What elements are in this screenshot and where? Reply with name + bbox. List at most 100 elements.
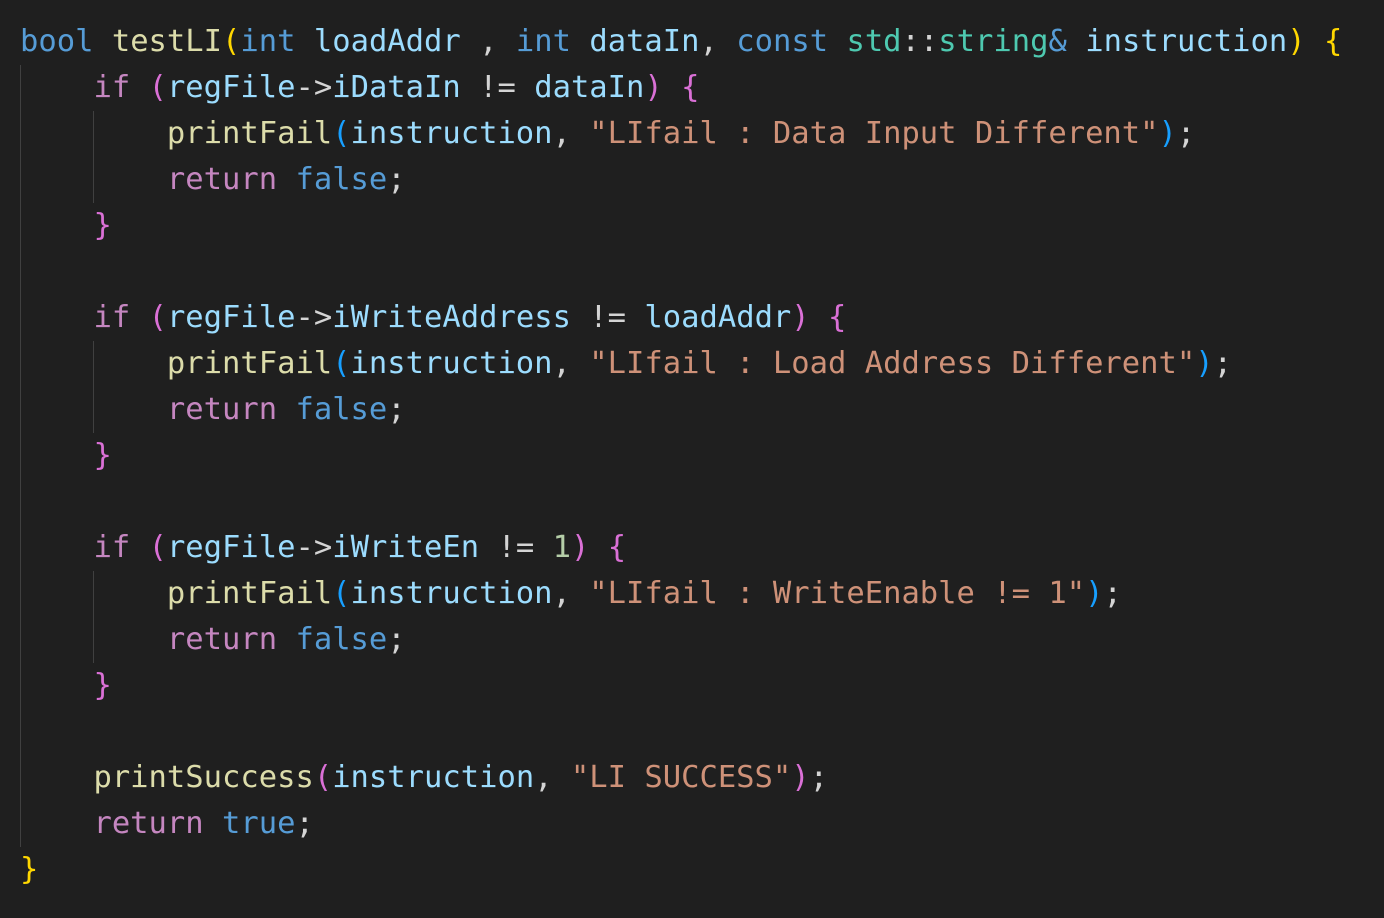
code-token: instruction — [1085, 24, 1288, 59]
code-token: instruction — [350, 576, 553, 611]
code-token: "LIfail : Data Input Different" — [589, 116, 1159, 151]
code-token: true — [222, 806, 296, 841]
code-token: -> — [295, 70, 333, 105]
code-token: ) — [1085, 576, 1104, 611]
code-editor[interactable]: bool testLI(int loadAddr , int dataIn, c… — [0, 0, 1384, 918]
code-line[interactable] — [20, 709, 1384, 755]
code-token: std — [846, 24, 902, 59]
code-line[interactable]: if (regFile->iWriteAddress != loadAddr) … — [20, 295, 1384, 341]
code-line[interactable]: bool testLI(int loadAddr , int dataIn, c… — [20, 19, 1384, 65]
code-token: iWriteEn — [332, 530, 480, 565]
code-line[interactable]: return false; — [20, 617, 1384, 663]
code-line[interactable]: } — [20, 847, 1384, 893]
code-token: { — [607, 530, 627, 565]
code-token: , — [552, 116, 590, 151]
code-token: if — [93, 70, 131, 105]
code-line[interactable]: return false; — [20, 387, 1384, 433]
code-line[interactable]: printFail(instruction, "LIfail : Load Ad… — [20, 341, 1384, 387]
code-line[interactable]: } — [20, 203, 1384, 249]
code-token: instruction — [350, 116, 553, 151]
code-token: ) — [644, 70, 663, 105]
code-token: != — [570, 300, 645, 335]
code-token: instruction — [332, 760, 535, 795]
code-token: regFile — [166, 70, 296, 105]
code-token: ) — [791, 300, 810, 335]
code-token: loadAddr — [644, 300, 792, 335]
code-token: , — [699, 24, 737, 59]
code-token: return — [93, 806, 204, 841]
code-line[interactable]: return true; — [20, 801, 1384, 847]
code-token: return — [166, 162, 278, 197]
code-line[interactable] — [20, 479, 1384, 525]
code-token: ) — [1195, 346, 1214, 381]
code-line[interactable]: printSuccess(instruction, "LI SUCCESS"); — [20, 755, 1384, 801]
code-line[interactable]: if (regFile->iDataIn != dataIn) { — [20, 65, 1384, 111]
code-line[interactable]: } — [20, 663, 1384, 709]
code-token: ) — [1158, 116, 1177, 151]
code-token: false — [295, 392, 388, 427]
code-token: ; — [1213, 346, 1232, 381]
code-token: ) — [791, 760, 810, 795]
code-token: -> — [295, 300, 333, 335]
code-token: 1 — [552, 530, 571, 565]
code-lines[interactable]: bool testLI(int loadAddr , int dataIn, c… — [20, 19, 1384, 893]
code-token: ) — [1287, 24, 1306, 59]
code-token: regFile — [166, 530, 296, 565]
code-token: , — [534, 760, 571, 795]
code-line[interactable]: return false; — [20, 157, 1384, 203]
code-token: int — [515, 24, 571, 59]
code-token: return — [166, 392, 278, 427]
code-line[interactable]: if (regFile->iWriteEn != 1) { — [20, 525, 1384, 571]
code-token: ; — [387, 392, 406, 427]
code-token: ; — [1176, 116, 1196, 151]
code-line[interactable]: } — [20, 433, 1384, 479]
code-token: printFail — [166, 116, 333, 151]
code-token: if — [93, 300, 131, 335]
code-token: printSuccess — [93, 760, 314, 795]
code-token: testLI — [111, 24, 223, 59]
code-token: } — [20, 852, 39, 887]
code-token: != — [460, 70, 535, 105]
code-token: ( — [332, 346, 351, 381]
code-line[interactable]: printFail(instruction, "LIfail : WriteEn… — [20, 571, 1384, 617]
code-token: printFail — [166, 346, 333, 381]
code-token: dataIn — [589, 24, 700, 59]
code-token: ) — [570, 530, 590, 565]
code-token: } — [93, 438, 112, 473]
code-token: instruction — [350, 346, 553, 381]
code-token: ( — [332, 576, 351, 611]
code-token: return — [166, 622, 278, 657]
code-token: "LIfail : WriteEnable != 1" — [589, 576, 1086, 611]
code-token: { — [1323, 24, 1343, 59]
code-token: ; — [1103, 576, 1122, 611]
code-token: loadAddr — [313, 24, 461, 59]
code-token: :: — [901, 24, 939, 59]
code-token: } — [93, 208, 112, 243]
code-token: , — [552, 576, 590, 611]
code-token: , — [552, 346, 590, 381]
code-line[interactable]: printFail(instruction, "LIfail : Data In… — [20, 111, 1384, 157]
code-line[interactable] — [20, 249, 1384, 295]
code-token: const — [736, 24, 829, 59]
